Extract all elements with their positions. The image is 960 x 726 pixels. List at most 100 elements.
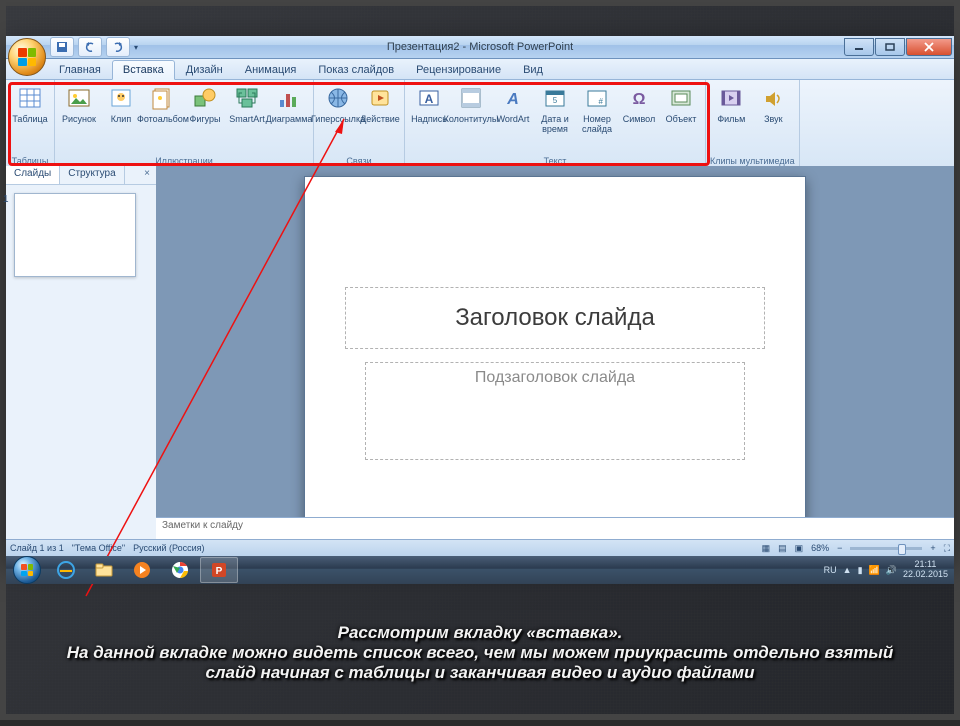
photoalbum-icon bbox=[149, 84, 177, 112]
ribbon-group-Текст: A Надпись КолонтитулыAWordArt5Дата и время… bbox=[405, 80, 706, 168]
start-button[interactable] bbox=[8, 557, 46, 583]
view-slideshow-icon[interactable]: ▣ bbox=[795, 543, 804, 554]
notes-pane[interactable]: Заметки к слайду bbox=[156, 517, 954, 540]
ribbon-button-label: Действие bbox=[360, 114, 400, 124]
office-button[interactable] bbox=[8, 38, 46, 76]
taskbar-wmp-icon[interactable] bbox=[124, 558, 160, 582]
ribbon-tab-Вид[interactable]: Вид bbox=[512, 60, 554, 79]
tray-flag-icon[interactable]: ▲ bbox=[843, 565, 852, 575]
ribbon-headerfooter-button[interactable]: Колонтитулы bbox=[451, 82, 491, 155]
ribbon-button-label: Таблица bbox=[12, 114, 47, 124]
datetime-icon: 5 bbox=[541, 84, 569, 112]
ribbon-photoalbum-button[interactable]: Фотоальбом bbox=[143, 82, 183, 155]
ribbon-smartart-button[interactable]: SmartArt bbox=[227, 82, 267, 155]
title-bar: ▾ Презентация2 - Microsoft PowerPoint bbox=[6, 36, 954, 59]
zoom-in-icon[interactable]: + bbox=[930, 543, 935, 553]
textbox-icon: A bbox=[415, 84, 443, 112]
ribbon-tab-Показ слайдов[interactable]: Показ слайдов bbox=[307, 60, 405, 79]
windows-taskbar: P RU ▲ ▮ 📶 🔊 21:11 22.02.2015 bbox=[6, 556, 954, 584]
svg-text:Ω: Ω bbox=[633, 91, 646, 108]
ribbon-button-label: Звук bbox=[764, 114, 782, 124]
tray-volume-icon[interactable]: 🔊 bbox=[886, 565, 897, 576]
svg-text:#: # bbox=[599, 97, 604, 106]
ribbon-hyperlink-button[interactable]: Гиперссылка bbox=[318, 82, 358, 155]
ribbon-tab-Дизайн[interactable]: Дизайн bbox=[175, 60, 234, 79]
hyperlink-icon bbox=[324, 84, 352, 112]
ribbon-button-label: Гиперссылка bbox=[311, 114, 365, 124]
ribbon-group-Иллюстрации: Рисунок Клип Фотоальбом Фигуры SmartArtДиагр… bbox=[55, 80, 314, 168]
ribbon-datetime-button[interactable]: 5Дата и время bbox=[535, 82, 575, 155]
slidenum-icon: # bbox=[583, 84, 611, 112]
ribbon-picture-button[interactable]: Рисунок bbox=[59, 82, 99, 155]
qat-undo-icon[interactable] bbox=[78, 37, 102, 57]
taskbar-ie-icon[interactable] bbox=[48, 558, 84, 582]
ribbon-tab-Главная[interactable]: Главная bbox=[48, 60, 112, 79]
ribbon-button-label: Надпись bbox=[411, 114, 447, 124]
ribbon-chart-button[interactable]: Диаграмма bbox=[269, 82, 309, 155]
taskbar-powerpoint-icon[interactable]: P bbox=[200, 557, 238, 583]
ribbon-object-button[interactable]: Объект bbox=[661, 82, 701, 155]
qat-dropdown-icon[interactable]: ▾ bbox=[134, 43, 138, 52]
ribbon-table-button[interactable]: Таблица bbox=[10, 82, 50, 155]
ribbon-symbol-button[interactable]: Ω Символ bbox=[619, 82, 659, 155]
slide-canvas[interactable]: Заголовок слайда Подзаголовок слайда bbox=[304, 176, 806, 517]
view-normal-icon[interactable]: ▦ bbox=[762, 543, 771, 554]
panel-tab-slides[interactable]: Слайды bbox=[6, 166, 60, 184]
ribbon-slidenum-button[interactable]: #Номер слайда bbox=[577, 82, 617, 155]
fit-slide-icon[interactable]: ⛶ bbox=[944, 543, 950, 554]
tray-lang[interactable]: RU bbox=[824, 565, 837, 575]
annotation-caption: Рассмотрим вкладку «вставка». На данной … bbox=[6, 591, 954, 714]
status-slide: Слайд 1 из 1 bbox=[10, 543, 64, 553]
ribbon-tab-Рецензирование[interactable]: Рецензирование bbox=[405, 60, 512, 79]
ribbon-button-label: Рисунок bbox=[62, 114, 96, 124]
ribbon-wordart-button[interactable]: AWordArt bbox=[493, 82, 533, 155]
qat-redo-icon[interactable] bbox=[106, 37, 130, 57]
ribbon-tabs: ГлавнаяВставкаДизайнАнимацияПоказ слайдо… bbox=[6, 59, 954, 80]
ribbon-action-button[interactable]: Действие bbox=[360, 82, 400, 155]
action-icon bbox=[366, 84, 394, 112]
ribbon-button-label: Символ bbox=[623, 114, 655, 124]
ribbon-group-Связи: ГиперссылкаДействиеСвязи bbox=[314, 80, 405, 168]
ribbon-sound-button[interactable]: Звук bbox=[753, 82, 793, 155]
ribbon-movie-button[interactable]: Фильм bbox=[711, 82, 751, 155]
smartart-icon bbox=[233, 84, 261, 112]
panel-close-icon[interactable]: × bbox=[138, 166, 156, 184]
maximize-button[interactable] bbox=[875, 38, 905, 56]
title-placeholder[interactable]: Заголовок слайда bbox=[345, 287, 765, 349]
movie-icon bbox=[717, 84, 745, 112]
ribbon-tab-Вставка[interactable]: Вставка bbox=[112, 60, 175, 80]
svg-text:P: P bbox=[216, 566, 223, 577]
tray-clock[interactable]: 21:11 22.02.2015 bbox=[903, 560, 948, 580]
zoom-slider[interactable] bbox=[850, 547, 922, 550]
zoom-level[interactable]: 68% bbox=[811, 543, 829, 553]
sound-icon bbox=[759, 84, 787, 112]
powerpoint-window: ▾ Презентация2 - Microsoft PowerPoint Гл… bbox=[6, 36, 954, 556]
status-theme: "Тема Office" bbox=[72, 543, 125, 553]
ribbon-button-label: Фильм bbox=[717, 114, 745, 124]
clip-icon bbox=[107, 84, 135, 112]
ribbon-group-Клипы мультимедиа: ФильмЗвукКлипы мультимедиа bbox=[706, 80, 800, 168]
qat-save-icon[interactable] bbox=[50, 37, 74, 57]
ribbon-clip-button[interactable]: Клип bbox=[101, 82, 141, 155]
taskbar-chrome-icon[interactable] bbox=[162, 558, 198, 582]
slides-panel: Слайды Структура × bbox=[6, 166, 157, 540]
view-sorter-icon[interactable]: ▤ bbox=[778, 543, 787, 554]
subtitle-placeholder[interactable]: Подзаголовок слайда bbox=[365, 362, 745, 460]
ribbon-group-Таблицы: ТаблицаТаблицы bbox=[6, 80, 55, 168]
headerfooter-icon bbox=[457, 84, 485, 112]
close-button[interactable] bbox=[906, 38, 952, 56]
editor-area: Заголовок слайда Подзаголовок слайда Зам… bbox=[156, 166, 954, 540]
slide-thumbnail[interactable] bbox=[14, 193, 136, 277]
ribbon-tab-Анимация[interactable]: Анимация bbox=[234, 60, 308, 79]
ribbon-shapes-button[interactable]: Фигуры bbox=[185, 82, 225, 155]
zoom-out-icon[interactable]: − bbox=[837, 543, 842, 553]
ribbon-button-label: Диаграмма bbox=[266, 114, 313, 124]
taskbar-explorer-icon[interactable] bbox=[86, 558, 122, 582]
status-language[interactable]: Русский (Россия) bbox=[133, 543, 204, 553]
ribbon-button-label: Фигуры bbox=[189, 114, 220, 124]
tray-network-icon[interactable]: 📶 bbox=[869, 565, 880, 576]
tray-battery-icon[interactable]: ▮ bbox=[858, 565, 863, 576]
minimize-button[interactable] bbox=[844, 38, 874, 56]
panel-tab-outline[interactable]: Структура bbox=[60, 166, 124, 184]
ribbon-button-label: Клип bbox=[111, 114, 131, 124]
